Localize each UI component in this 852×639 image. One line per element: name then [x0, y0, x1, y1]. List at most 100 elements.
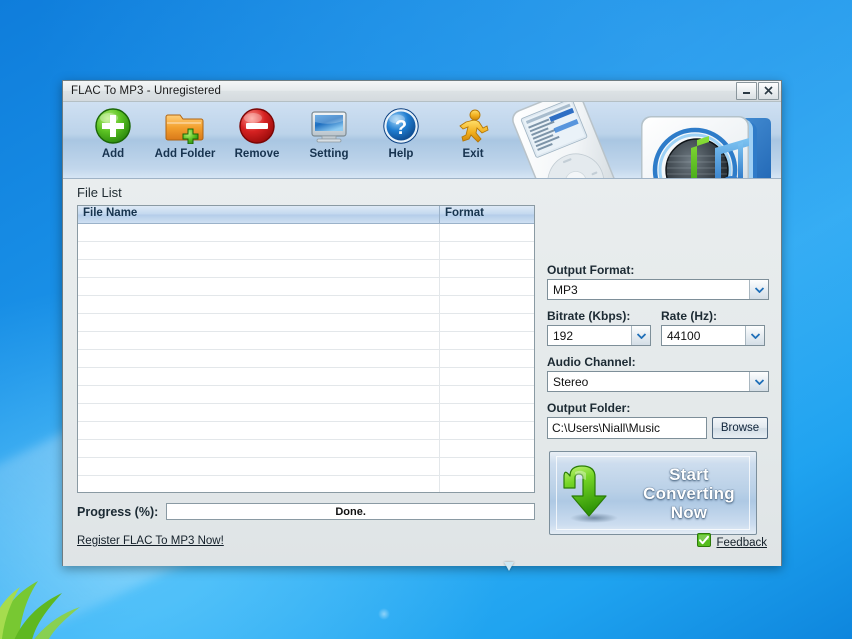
column-header-file-name[interactable]: File Name [78, 206, 440, 223]
toolbar-label-setting: Setting [309, 148, 349, 160]
main-content: File List File Name Format Output Format… [63, 179, 781, 566]
file-list-table[interactable]: File Name Format [77, 205, 535, 493]
wallpaper-leaf-decoration [0, 581, 80, 639]
bitrate-label: Bitrate (Kbps): [547, 309, 631, 323]
rate-select[interactable]: 44100 [661, 325, 765, 346]
table-row[interactable] [78, 350, 534, 368]
table-row[interactable] [78, 332, 534, 350]
audio-channel-label: Audio Channel: [547, 355, 636, 369]
start-converting-button[interactable]: Start Converting Now [549, 451, 757, 535]
table-row[interactable] [78, 314, 534, 332]
toolbar-button-remove[interactable]: Remove [221, 106, 293, 160]
bitrate-select[interactable]: 192 [547, 325, 651, 346]
file-list-rows [78, 224, 534, 492]
table-row[interactable] [78, 368, 534, 386]
table-row[interactable] [78, 278, 534, 296]
register-link[interactable]: Register FLAC To MP3 Now! [77, 535, 224, 547]
cell-file-name [78, 350, 440, 367]
chevron-down-icon[interactable] [749, 280, 768, 299]
toolbar-button-exit[interactable]: Exit [437, 106, 509, 160]
cell-file-name [78, 242, 440, 259]
cell-file-name [78, 440, 440, 457]
chevron-down-icon[interactable] [749, 372, 768, 391]
toolbar-button-add-folder[interactable]: Add Folder [149, 106, 221, 160]
cell-file-name [78, 332, 440, 349]
cell-file-name [78, 476, 440, 492]
table-row[interactable] [78, 242, 534, 260]
toolbar-button-help[interactable]: ? Help [365, 106, 437, 160]
add-circle-icon [77, 106, 149, 146]
cell-format [440, 422, 534, 439]
table-row[interactable] [78, 422, 534, 440]
down-arrow-icon [557, 462, 629, 524]
output-format-select[interactable]: MP3 [547, 279, 769, 300]
close-button[interactable] [758, 82, 779, 100]
rate-label: Rate (Hz): [661, 309, 717, 323]
desktop-background: FLAC To MP3 - Unregistered Add Add Folde… [0, 0, 852, 639]
cell-format [440, 440, 534, 457]
cell-file-name [78, 278, 440, 295]
progress-row: Progress (%): Done. [77, 503, 535, 520]
toolbar-label-add: Add [101, 148, 125, 160]
chevron-down-icon[interactable] [745, 326, 764, 345]
cell-file-name [78, 404, 440, 421]
cell-format [440, 242, 534, 259]
cell-file-name [78, 314, 440, 331]
running-man-icon [437, 106, 509, 146]
remove-circle-icon [221, 106, 293, 146]
cell-format [440, 296, 534, 313]
question-circle-icon: ? [365, 106, 437, 146]
table-row[interactable] [78, 476, 534, 492]
table-row[interactable] [78, 296, 534, 314]
table-row[interactable] [78, 440, 534, 458]
toolbar-label-add-folder: Add Folder [154, 148, 216, 160]
close-icon [764, 86, 773, 95]
output-folder-label: Output Folder: [547, 401, 631, 415]
add-folder-icon [149, 106, 221, 146]
rate-value: 44100 [667, 328, 701, 343]
browse-button[interactable]: Browse [712, 417, 768, 439]
cell-file-name [78, 386, 440, 403]
monitor-icon [293, 106, 365, 146]
cell-file-name [78, 260, 440, 277]
feedback-button[interactable]: Feedback [697, 533, 767, 552]
output-format-label: Output Format: [547, 263, 635, 277]
file-list-title: File List [77, 185, 122, 200]
cell-format [440, 368, 534, 385]
cell-format [440, 386, 534, 403]
table-row[interactable] [78, 224, 534, 242]
bitrate-rate-row: Bitrate (Kbps): 192 Rate (Hz): 44100 [547, 309, 769, 346]
table-row[interactable] [78, 404, 534, 422]
bitrate-value: 192 [553, 328, 574, 343]
output-folder-input[interactable]: C:\Users\Niall\Music [547, 417, 707, 439]
column-header-format[interactable]: Format [440, 206, 534, 223]
cell-format [440, 314, 534, 331]
output-format-value: MP3 [553, 282, 578, 297]
toolbar: Add Add Folder Remove Setting ? Help Exi… [63, 102, 781, 179]
toolbar-button-setting[interactable]: Setting [293, 106, 365, 160]
cell-file-name [78, 296, 440, 313]
minimize-icon [743, 92, 750, 94]
mouse-cursor [504, 562, 514, 571]
table-row[interactable] [78, 386, 534, 404]
cell-format [440, 278, 534, 295]
toolbar-items: Add Add Folder Remove Setting ? Help Exi… [63, 102, 781, 160]
settings-panel: Output Format: MP3 Bitrate (Kbps): 192 R… [547, 263, 769, 439]
cell-format [440, 458, 534, 475]
toolbar-label-remove: Remove [234, 148, 280, 160]
chevron-down-icon[interactable] [631, 326, 650, 345]
cell-format [440, 260, 534, 277]
table-row[interactable] [78, 458, 534, 476]
cell-file-name [78, 224, 440, 241]
cell-format [440, 224, 534, 241]
title-bar[interactable]: FLAC To MP3 - Unregistered [63, 81, 781, 102]
audio-channel-select[interactable]: Stereo [547, 371, 769, 392]
cell-format [440, 332, 534, 349]
file-list-header: File Name Format [78, 206, 534, 224]
svg-text:?: ? [395, 117, 407, 139]
toolbar-label-help: Help [388, 148, 414, 160]
table-row[interactable] [78, 260, 534, 278]
minimize-button[interactable] [736, 82, 757, 100]
toolbar-button-add[interactable]: Add [77, 106, 149, 160]
start-button-label: Start Converting Now [643, 464, 735, 522]
